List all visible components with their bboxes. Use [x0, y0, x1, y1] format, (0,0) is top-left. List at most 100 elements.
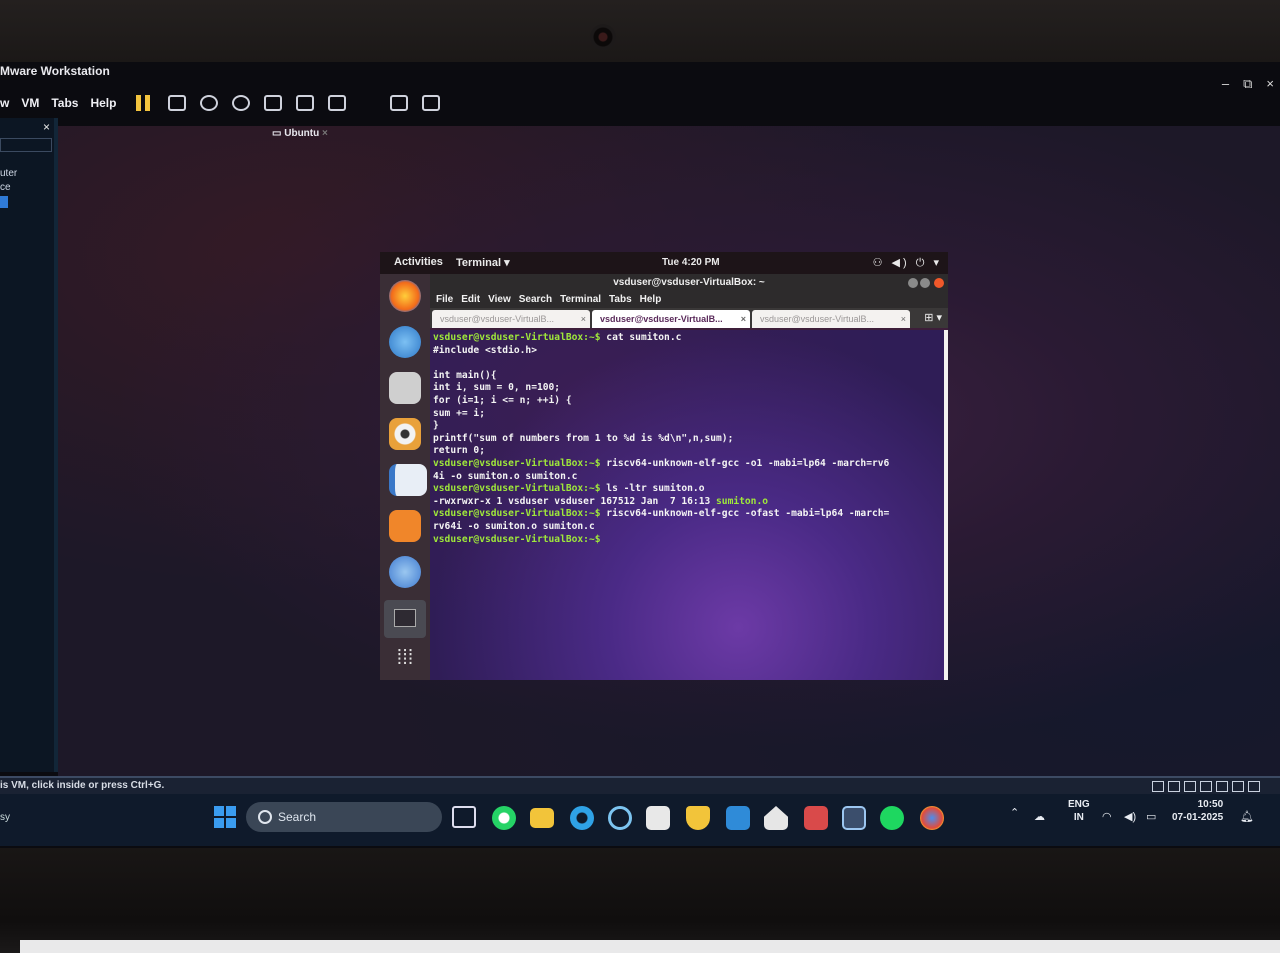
terminal-output[interactable]: vsduser@vsduser-VirtualBox:~$ cat sumito… — [430, 330, 944, 680]
vmware-taskbar-icon[interactable] — [842, 806, 866, 830]
sound-icon[interactable] — [1216, 781, 1228, 792]
console-view-icon[interactable] — [390, 95, 409, 111]
terminal-dock-icon[interactable] — [384, 600, 426, 638]
printer-icon[interactable] — [1232, 781, 1244, 792]
spotify-icon[interactable] — [880, 806, 904, 830]
menu-tabs[interactable]: Tabs — [51, 96, 78, 110]
tab-close-icon[interactable]: × — [741, 310, 746, 328]
app-icon[interactable] — [804, 806, 828, 830]
terminal-window[interactable]: vsduser@vsduser-VirtualBox: ~ File Edit … — [430, 274, 948, 680]
tab-close-icon[interactable]: × — [581, 310, 586, 328]
activities-button[interactable]: Activities — [394, 256, 443, 268]
software-center-icon[interactable] — [389, 510, 421, 542]
terminal-menu-edit[interactable]: Edit — [461, 292, 480, 308]
taskbar-search[interactable]: Search — [246, 802, 442, 832]
library-item-computer[interactable]: uter — [0, 168, 17, 179]
terminal-tab-2[interactable]: vsduser@vsduser-VirtualB... × — [592, 310, 750, 328]
show-hidden-icons[interactable]: ⌃ — [1010, 806, 1019, 819]
region-code: IN — [1073, 812, 1084, 823]
hdd-icon[interactable] — [1152, 781, 1164, 792]
mail-icon[interactable] — [726, 806, 750, 830]
terminal-tab-3-label: vsduser@vsduser-VirtualB... — [760, 314, 875, 324]
libreoffice-writer-icon[interactable] — [389, 464, 427, 496]
terminal-menu-search[interactable]: Search — [519, 292, 552, 308]
help-icon[interactable] — [389, 556, 421, 588]
home-icon[interactable] — [764, 806, 788, 830]
library-item-shared[interactable]: ce — [0, 182, 11, 193]
laptop-bezel-bottom — [0, 848, 1280, 953]
ubuntu-dock: ⁞⁞⁞ — [380, 274, 430, 680]
task-view-icon[interactable] — [452, 806, 476, 828]
terminal-line: vsduser@vsduser-VirtualBox:~$ — [433, 534, 944, 547]
terminal-line: vsduser@vsduser-VirtualBox:~$ riscv64-un… — [433, 458, 944, 471]
terminal-menu-file[interactable]: File — [436, 292, 453, 308]
terminal-text: ls -ltr sumiton.o — [600, 483, 705, 495]
language-code: ENG — [1068, 799, 1090, 810]
sidebar-close-icon[interactable]: × — [43, 120, 50, 134]
terminal-menu-tabs[interactable]: Tabs — [609, 292, 632, 308]
snapshot-manager-icon[interactable] — [232, 95, 251, 111]
send-ctrl-alt-del-icon[interactable] — [168, 95, 187, 111]
store-icon[interactable] — [646, 806, 670, 830]
weather-widget[interactable]: sy — [0, 812, 10, 823]
ubuntu-guest[interactable]: Activities Terminal ▾ Tue 4:20 PM ⚇ ◀) ⏻… — [380, 252, 948, 680]
new-tab-icon[interactable]: ⊞ ▾ — [924, 311, 942, 324]
terminal-menu-view[interactable]: View — [488, 292, 511, 308]
library-search-dropdown[interactable] — [0, 138, 52, 152]
input-language[interactable]: ENG IN — [1068, 798, 1090, 824]
thumbnail-bar-icon[interactable] — [296, 95, 315, 111]
display-icon[interactable] — [1248, 781, 1260, 792]
terminal-scrollbar[interactable] — [944, 330, 948, 680]
search-icon — [258, 810, 272, 824]
taskbar-clock[interactable]: 10:50 07-01-2025 — [1172, 798, 1223, 824]
terminal-menu-help[interactable]: Help — [640, 292, 662, 308]
chrome-icon[interactable] — [920, 806, 944, 830]
stretch-guest-icon[interactable] — [422, 95, 441, 111]
show-library-icon[interactable] — [264, 95, 283, 111]
wifi-icon[interactable]: ◠ — [1102, 810, 1112, 823]
tab-ubuntu[interactable]: ▭ Ubuntu × — [272, 128, 328, 139]
clock-time: 10:50 — [1197, 799, 1224, 810]
terminal-minimize-icon[interactable] — [908, 278, 918, 288]
terminal-app-menu[interactable]: Terminal ▾ — [456, 256, 510, 269]
snapshot-icon[interactable] — [200, 95, 219, 111]
usb-icon[interactable] — [1200, 781, 1212, 792]
volume-icon[interactable]: ◀) — [1124, 810, 1136, 823]
cortana-icon[interactable] — [608, 806, 632, 830]
menu-help[interactable]: Help — [90, 96, 116, 110]
file-explorer-icon[interactable] — [530, 808, 554, 828]
terminal-menu-terminal[interactable]: Terminal — [560, 292, 601, 308]
vmware-title: Mware Workstation — [0, 64, 110, 78]
security-icon[interactable] — [686, 806, 710, 830]
menu-vm[interactable]: VM — [21, 96, 39, 110]
terminal-maximize-icon[interactable] — [920, 278, 930, 288]
battery-icon[interactable]: ▭ — [1146, 810, 1156, 823]
rhythmbox-icon[interactable] — [389, 418, 421, 450]
full-screen-icon[interactable] — [328, 95, 347, 111]
terminal-tab-3[interactable]: vsduser@vsduser-VirtualB... × — [752, 310, 910, 328]
terminal-tab-1[interactable]: vsduser@vsduser-VirtualB... × — [432, 310, 590, 328]
terminal-text: sum += i; — [433, 407, 485, 419]
edge-icon[interactable] — [570, 806, 594, 830]
show-applications-icon[interactable]: ⁞⁞⁞ — [389, 642, 421, 674]
menu-view[interactable]: w — [0, 96, 9, 110]
cdrom-icon[interactable] — [1168, 781, 1180, 792]
windows-start-icon[interactable] — [214, 806, 236, 828]
guest-clock[interactable]: Tue 4:20 PM — [662, 257, 720, 268]
onedrive-icon[interactable]: ☁ — [1034, 810, 1045, 823]
files-icon[interactable] — [389, 372, 421, 404]
terminal-tabs: vsduser@vsduser-VirtualB... × vsduser@vsd… — [430, 308, 948, 328]
terminal-close-icon[interactable] — [934, 278, 944, 288]
thunderbird-icon[interactable] — [389, 326, 421, 358]
notifications-icon[interactable]: 🔔︎ — [1240, 810, 1254, 823]
tab-close-icon[interactable]: × — [901, 310, 906, 328]
library-item-selected[interactable] — [0, 196, 8, 208]
network-icon[interactable] — [1184, 781, 1196, 792]
pause-icon[interactable] — [136, 95, 151, 111]
shell-prompt: vsduser@vsduser-VirtualBox:~$ — [433, 457, 601, 469]
firefox-icon[interactable] — [389, 280, 421, 312]
terminal-line: vsduser@vsduser-VirtualBox:~$ riscv64-un… — [433, 508, 944, 521]
system-tray[interactable]: ⚇ ◀) ⏻ ▾ — [873, 256, 942, 270]
whatsapp-icon[interactable] — [492, 806, 516, 830]
